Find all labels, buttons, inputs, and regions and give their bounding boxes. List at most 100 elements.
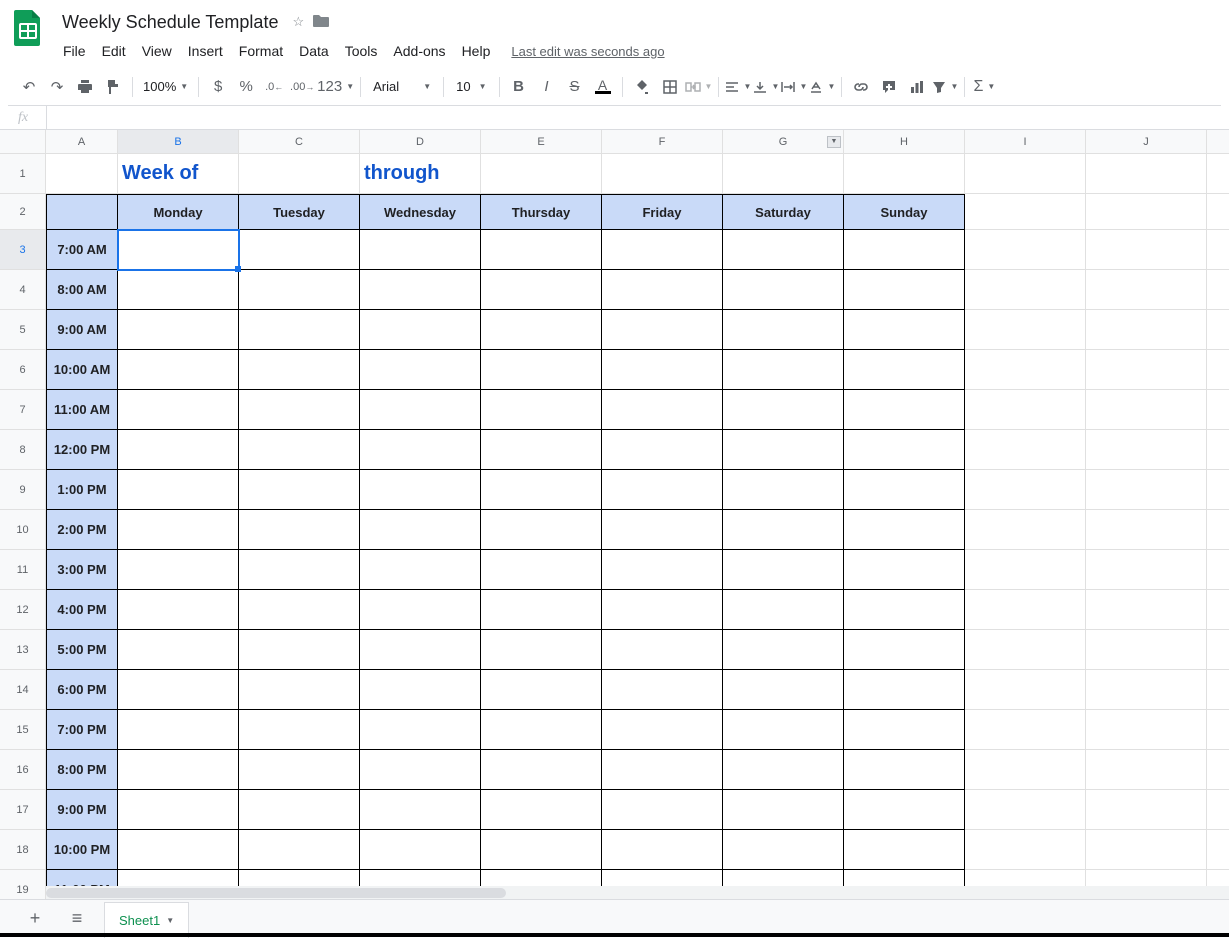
cell-B3[interactable]: [118, 230, 239, 270]
bold-button[interactable]: B: [506, 74, 532, 100]
menu-file[interactable]: File: [56, 39, 93, 63]
cell-C15[interactable]: [239, 710, 360, 750]
cell-J3[interactable]: [1086, 230, 1207, 270]
spreadsheet-grid[interactable]: ABCDEFG▼HIJ1Week ofthrough2MondayTuesday…: [0, 130, 1229, 900]
cell-C8[interactable]: [239, 430, 360, 470]
cell-D1[interactable]: through: [360, 154, 481, 194]
cell-I8[interactable]: [965, 430, 1086, 470]
cell-J18[interactable]: [1086, 830, 1207, 870]
cell-F17[interactable]: [602, 790, 723, 830]
cell-E18[interactable]: [481, 830, 602, 870]
row-header-1[interactable]: 1: [0, 154, 46, 194]
cell-G16[interactable]: [723, 750, 844, 790]
cell-J2[interactable]: [1086, 194, 1207, 230]
cell-A6[interactable]: 10:00 AM: [46, 350, 118, 390]
italic-button[interactable]: I: [534, 74, 560, 100]
cell-J15[interactable]: [1086, 710, 1207, 750]
cell-D3[interactable]: [360, 230, 481, 270]
row-header-7[interactable]: 7: [0, 390, 46, 430]
cell-I7[interactable]: [965, 390, 1086, 430]
cell-J1[interactable]: [1086, 154, 1207, 194]
row-header-9[interactable]: 9: [0, 470, 46, 510]
cell-J16[interactable]: [1086, 750, 1207, 790]
cell-E9[interactable]: [481, 470, 602, 510]
cell-J14[interactable]: [1086, 670, 1207, 710]
cell-H10[interactable]: [844, 510, 965, 550]
cell-I11[interactable]: [965, 550, 1086, 590]
row-header-19[interactable]: 19: [0, 870, 46, 900]
cell-B12[interactable]: [118, 590, 239, 630]
insert-comment-button[interactable]: [876, 74, 902, 100]
cell-G4[interactable]: [723, 270, 844, 310]
cell-H4[interactable]: [844, 270, 965, 310]
cell-C3[interactable]: [239, 230, 360, 270]
cell-J4[interactable]: [1086, 270, 1207, 310]
cell-B15[interactable]: [118, 710, 239, 750]
column-dropdown-icon[interactable]: ▼: [827, 136, 841, 148]
cell-B13[interactable]: [118, 630, 239, 670]
vertical-align-dropdown[interactable]: ▼: [753, 74, 779, 100]
cell-A7[interactable]: 11:00 AM: [46, 390, 118, 430]
cell-I16[interactable]: [965, 750, 1086, 790]
font-size-dropdown[interactable]: 10▼: [450, 74, 492, 100]
cell-I13[interactable]: [965, 630, 1086, 670]
cell-A11[interactable]: 3:00 PM: [46, 550, 118, 590]
format-percent-button[interactable]: %: [233, 74, 259, 100]
cell-F3[interactable]: [602, 230, 723, 270]
row-header-11[interactable]: 11: [0, 550, 46, 590]
cell-A13[interactable]: 5:00 PM: [46, 630, 118, 670]
cell-I17[interactable]: [965, 790, 1086, 830]
cell-E14[interactable]: [481, 670, 602, 710]
cell-D7[interactable]: [360, 390, 481, 430]
cell-D5[interactable]: [360, 310, 481, 350]
row-header-5[interactable]: 5: [0, 310, 46, 350]
cell-C16[interactable]: [239, 750, 360, 790]
cell-J7[interactable]: [1086, 390, 1207, 430]
cell-11[interactable]: [1207, 550, 1229, 590]
cell-C7[interactable]: [239, 390, 360, 430]
cell-C14[interactable]: [239, 670, 360, 710]
cell-A14[interactable]: 6:00 PM: [46, 670, 118, 710]
horizontal-align-dropdown[interactable]: ▼: [725, 74, 751, 100]
cell-G13[interactable]: [723, 630, 844, 670]
cell-12[interactable]: [1207, 590, 1229, 630]
row-header-13[interactable]: 13: [0, 630, 46, 670]
row-header-4[interactable]: 4: [0, 270, 46, 310]
menu-help[interactable]: Help: [455, 39, 498, 63]
cell-F18[interactable]: [602, 830, 723, 870]
cell-I5[interactable]: [965, 310, 1086, 350]
cell-H13[interactable]: [844, 630, 965, 670]
cell-G1[interactable]: [723, 154, 844, 194]
cell-A2[interactable]: [46, 194, 118, 230]
cell-H8[interactable]: [844, 430, 965, 470]
cell-J17[interactable]: [1086, 790, 1207, 830]
cell-G5[interactable]: [723, 310, 844, 350]
cell-I10[interactable]: [965, 510, 1086, 550]
cell-J9[interactable]: [1086, 470, 1207, 510]
cell-D12[interactable]: [360, 590, 481, 630]
menu-addons[interactable]: Add-ons: [386, 39, 452, 63]
cell-E6[interactable]: [481, 350, 602, 390]
cell-B5[interactable]: [118, 310, 239, 350]
cell-8[interactable]: [1207, 430, 1229, 470]
cell-B6[interactable]: [118, 350, 239, 390]
cell-B8[interactable]: [118, 430, 239, 470]
cell-E1[interactable]: [481, 154, 602, 194]
cell-E13[interactable]: [481, 630, 602, 670]
increase-decimal-button[interactable]: .00→: [289, 74, 315, 100]
paint-format-button[interactable]: [100, 74, 126, 100]
cell-C12[interactable]: [239, 590, 360, 630]
cell-B14[interactable]: [118, 670, 239, 710]
cell-E8[interactable]: [481, 430, 602, 470]
column-header-B[interactable]: B: [118, 130, 239, 154]
print-button[interactable]: [72, 74, 98, 100]
cell-I4[interactable]: [965, 270, 1086, 310]
cell-F9[interactable]: [602, 470, 723, 510]
text-wrap-dropdown[interactable]: ▼: [781, 74, 807, 100]
cell-C9[interactable]: [239, 470, 360, 510]
row-header-16[interactable]: 16: [0, 750, 46, 790]
cell-C17[interactable]: [239, 790, 360, 830]
cell-G2[interactable]: Saturday: [723, 194, 844, 230]
cell-18[interactable]: [1207, 830, 1229, 870]
cell-E4[interactable]: [481, 270, 602, 310]
